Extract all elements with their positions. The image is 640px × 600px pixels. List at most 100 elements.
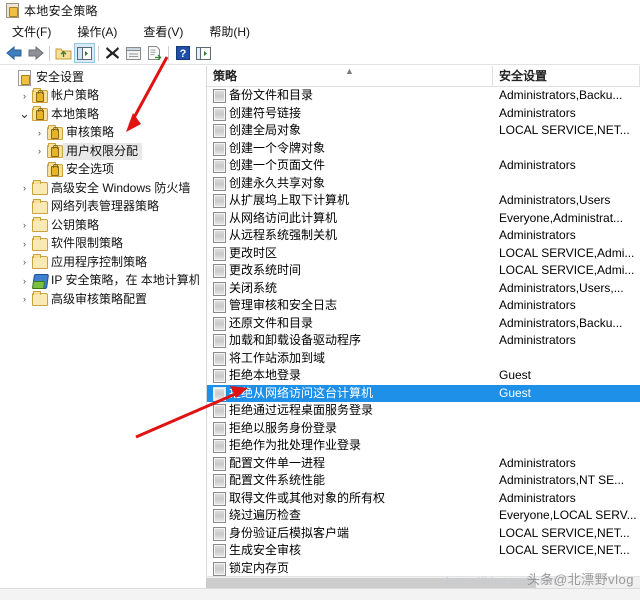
- table-row[interactable]: 管理审核和安全日志 Administrators: [207, 297, 640, 315]
- tree-item-1[interactable]: › 帐户策略: [0, 87, 199, 106]
- table-row[interactable]: 绕过遍历检查 Everyone,LOCAL SERV...: [207, 507, 640, 525]
- security-setting-cell: Guest: [499, 385, 532, 400]
- table-row[interactable]: 生成安全审核 LOCAL SERVICE,NET...: [207, 542, 640, 560]
- table-row[interactable]: 加载和卸载设备驱动程序 Administrators: [207, 332, 640, 350]
- tree-item-2[interactable]: ⌄ 本地策略: [0, 105, 199, 124]
- table-row[interactable]: 备份文件和目录 Administrators,Backu...: [207, 87, 640, 105]
- policy-name-cell: 拒绝以服务身份登录: [229, 420, 338, 435]
- security-settings-icon: [16, 69, 33, 86]
- policy-name-cell: 创建符号链接: [229, 105, 302, 120]
- chevron-right-icon[interactable]: ›: [18, 216, 31, 234]
- tree-item-7[interactable]: ›网络列表管理器策略: [0, 198, 199, 217]
- policy-setting-icon: [211, 264, 229, 279]
- chevron-right-icon[interactable]: ›: [18, 87, 31, 105]
- table-row[interactable]: 还原文件和目录 Administrators,Backu...: [207, 315, 640, 333]
- policy-name-cell: 拒绝本地登录: [229, 368, 302, 383]
- chevron-right-icon[interactable]: ›: [33, 124, 46, 142]
- tree-item-label: 安全选项: [66, 162, 115, 177]
- policy-setting-icon: [211, 369, 229, 384]
- policy-name-cell: 配置文件系统性能: [229, 473, 326, 488]
- table-row[interactable]: 创建全局对象 LOCAL SERVICE,NET...: [207, 122, 640, 140]
- menu-file[interactable]: 文件(F): [8, 21, 63, 42]
- tree-item-10[interactable]: › 应用程序控制策略: [0, 253, 199, 272]
- menu-view[interactable]: 查看(V): [139, 21, 195, 42]
- policy-setting-icon: [211, 299, 229, 314]
- local-security-policy-window: 本地安全策略 文件(F) 操作(A) 查看(V) 帮助(H) ? 安全设置 › …: [0, 0, 640, 600]
- table-row[interactable]: 将工作站添加到域: [207, 350, 640, 368]
- policy-setting-icon: [211, 124, 229, 139]
- table-row[interactable]: 拒绝作为批处理作业登录: [207, 437, 640, 455]
- policy-setting-icon: [211, 386, 229, 401]
- table-row[interactable]: 拒绝从网络访问这台计算机 Guest: [207, 384, 640, 402]
- tree-item-label: 审核策略: [66, 125, 115, 140]
- svg-text:?: ?: [179, 48, 186, 60]
- table-row[interactable]: 创建符号链接 Administrators: [207, 105, 640, 123]
- policy-setting-icon: [211, 351, 229, 366]
- table-row[interactable]: 取得文件或其他对象的所有权 Administrators: [207, 490, 640, 508]
- policy-setting-icon: [211, 176, 229, 191]
- policy-folder-icon: [46, 161, 63, 177]
- table-row[interactable]: 从远程系统强制关机 Administrators: [207, 227, 640, 245]
- policy-name-cell: 锁定内存页: [229, 560, 290, 575]
- show-hide-tree-icon[interactable]: [74, 43, 95, 63]
- policy-name-cell: 备份文件和目录: [229, 88, 314, 103]
- table-row[interactable]: 关闭系统 Administrators,Users,...: [207, 280, 640, 298]
- table-row[interactable]: 拒绝本地登录 Guest: [207, 367, 640, 385]
- folder-icon: [31, 198, 48, 214]
- table-row[interactable]: 拒绝通过远程桌面服务登录: [207, 402, 640, 420]
- table-row[interactable]: 身份验证后模拟客户端 LOCAL SERVICE,NET...: [207, 525, 640, 543]
- console-tree[interactable]: ›安全设置›帐户策略⌄本地策略›审核策略›用户权限分配›安全选项›高级安全 Wi…: [0, 66, 199, 576]
- tree-item-3[interactable]: › 审核策略: [0, 124, 199, 143]
- chevron-right-icon[interactable]: ›: [18, 179, 31, 197]
- pane-splitter[interactable]: [199, 66, 207, 576]
- menu-bar: 文件(F) 操作(A) 查看(V) 帮助(H): [0, 20, 640, 42]
- table-row[interactable]: 从扩展坞上取下计算机 Administrators,Users: [207, 192, 640, 210]
- table-row[interactable]: 创建永久共享对象: [207, 175, 640, 193]
- chevron-down-icon[interactable]: ⌄: [18, 107, 31, 120]
- column-security-setting[interactable]: 安全设置: [493, 66, 640, 86]
- tree-item-6[interactable]: › 高级安全 Windows 防火墙: [0, 179, 199, 198]
- policy-rows[interactable]: 备份文件和目录 Administrators,Backu... 创建符号链接 Admi…: [207, 87, 640, 576]
- tree-item-5[interactable]: ›安全选项: [0, 161, 199, 180]
- table-row[interactable]: 创建一个令牌对象: [207, 140, 640, 158]
- policy-name-cell: 加载和卸载设备驱动程序: [229, 333, 362, 348]
- table-row[interactable]: 更改时区 LOCAL SERVICE,Admi...: [207, 245, 640, 263]
- chevron-right-icon[interactable]: ›: [18, 235, 31, 253]
- forward-icon[interactable]: [25, 43, 46, 63]
- chevron-right-icon[interactable]: ›: [18, 253, 31, 271]
- chevron-right-icon[interactable]: ›: [18, 290, 31, 308]
- policy-name-cell: 从网络访问此计算机: [229, 210, 338, 225]
- back-icon[interactable]: [4, 43, 25, 63]
- properties-icon[interactable]: [123, 43, 144, 63]
- table-row[interactable]: 创建一个页面文件 Administrators: [207, 157, 640, 175]
- policy-setting-icon: [211, 194, 229, 209]
- menu-action[interactable]: 操作(A): [73, 21, 129, 42]
- policy-name-cell: 生成安全审核: [229, 543, 302, 558]
- delete-icon[interactable]: [102, 43, 123, 63]
- help-icon[interactable]: ?: [172, 43, 193, 63]
- policy-name-cell: 创建全局对象: [229, 123, 302, 138]
- tree-item-4[interactable]: › 用户权限分配: [0, 142, 199, 161]
- table-row[interactable]: 拒绝以服务身份登录: [207, 420, 640, 438]
- tree-item-9[interactable]: › 软件限制策略: [0, 235, 199, 254]
- policy-setting-icon: [211, 281, 229, 296]
- tree-item-11[interactable]: › IP 安全策略，在 本地计算机: [0, 272, 199, 291]
- chevron-right-icon[interactable]: ›: [33, 142, 46, 160]
- tree-item-12[interactable]: › 高级审核策略配置: [0, 290, 199, 309]
- menu-help[interactable]: 帮助(H): [205, 21, 262, 42]
- export-list-icon[interactable]: [144, 43, 165, 63]
- tree-item-8[interactable]: › 公钥策略: [0, 216, 199, 235]
- column-policy[interactable]: 策略 ▲: [207, 66, 493, 86]
- table-row[interactable]: 配置文件系统性能 Administrators,NT SE...: [207, 472, 640, 490]
- policy-folder-icon: [31, 106, 48, 122]
- chevron-right-icon[interactable]: ›: [18, 272, 31, 290]
- policy-setting-icon: [211, 246, 229, 261]
- tree-item-label: 软件限制策略: [51, 236, 124, 251]
- policy-name-cell: 创建一个令牌对象: [229, 140, 326, 155]
- up-folder-icon[interactable]: [53, 43, 74, 63]
- tree-item-0[interactable]: ›安全设置: [0, 68, 199, 87]
- table-row[interactable]: 配置文件单一进程 Administrators: [207, 455, 640, 473]
- refresh-view-icon[interactable]: [193, 43, 214, 63]
- table-row[interactable]: 更改系统时间 LOCAL SERVICE,Admi...: [207, 262, 640, 280]
- table-row[interactable]: 从网络访问此计算机 Everyone,Administrat...: [207, 210, 640, 228]
